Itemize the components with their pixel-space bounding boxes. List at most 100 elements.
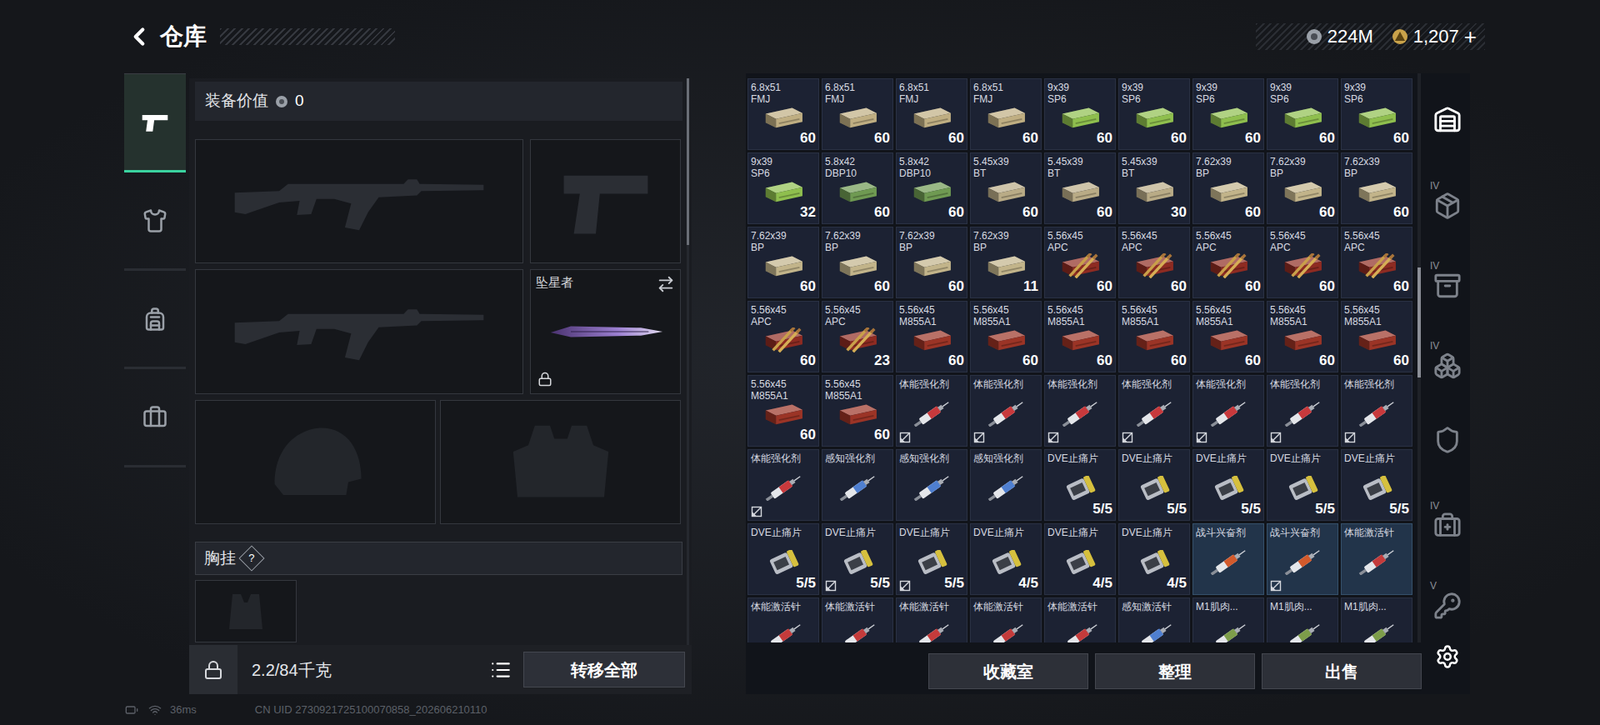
transfer-all-button[interactable]: 转移全部 <box>523 651 685 688</box>
stash-item[interactable]: 7.62x39BP60 <box>1340 152 1413 225</box>
stash-item[interactable]: 7.62x39BP60 <box>747 226 820 299</box>
category-tab[interactable] <box>124 369 186 468</box>
stash-item[interactable]: 9x39SP660 <box>1340 78 1413 150</box>
stash-tab[interactable]: V <box>1425 560 1470 640</box>
rifle-slot[interactable] <box>195 139 524 264</box>
settings-icon[interactable] <box>1435 644 1460 670</box>
stash-item[interactable]: 体能强化剂 <box>1266 375 1339 447</box>
stash-item[interactable]: DVE止痛片5/5 <box>747 523 820 595</box>
stash-item[interactable]: 5.8x42DBP1060 <box>821 152 894 225</box>
stash-item[interactable]: 5.56x45M855A160 <box>821 375 894 447</box>
stash-tab[interactable] <box>1425 400 1470 480</box>
stash-item[interactable]: DVE止痛片5/5 <box>1192 449 1265 521</box>
currency[interactable]: 224M <box>1305 25 1374 49</box>
stash-item[interactable]: DVE止痛片5/5 <box>1340 449 1413 521</box>
stash-item[interactable]: 体能强化剂 <box>895 375 968 447</box>
stash-item[interactable]: 感知强化剂 <box>895 449 968 521</box>
stash-item[interactable]: 6.8x51FMJ60 <box>747 78 820 150</box>
stash-item[interactable]: DVE止痛片4/5 <box>970 523 1042 595</box>
rifle-slot[interactable] <box>195 269 524 395</box>
stash-item[interactable]: 7.62x39BP60 <box>895 226 968 299</box>
stash-button[interactable]: 收藏室 <box>928 653 1089 690</box>
stash-item[interactable]: 5.56x45M855A160 <box>1192 300 1265 373</box>
stash-item[interactable]: 6.8x51FMJ60 <box>970 78 1042 150</box>
stash-item[interactable]: 感知强化剂 <box>821 449 894 521</box>
stash-item[interactable]: 7.62x39BP60 <box>1266 152 1339 225</box>
stash-item[interactable]: 7.62x39BP60 <box>1192 152 1265 225</box>
stash-item[interactable]: 体能强化剂 <box>1192 375 1265 447</box>
stash-item[interactable]: 5.56x45M855A160 <box>1340 300 1413 373</box>
stash-item[interactable]: 体能激活针 <box>747 597 820 643</box>
stash-item[interactable]: 战斗兴奋剂 <box>1192 523 1265 595</box>
currency[interactable]: 1,207+ <box>1391 25 1477 49</box>
stash-item[interactable]: 5.45x39BT30 <box>1118 152 1190 225</box>
stash-item[interactable]: DVE止痛片5/5 <box>821 523 894 595</box>
stash-item[interactable]: 5.56x45APC60 <box>747 300 820 373</box>
stash-item[interactable]: M1肌肉... <box>1266 597 1339 643</box>
stash-item[interactable]: 5.56x45APC60 <box>1192 226 1265 299</box>
stash-item[interactable]: 9x39SP660 <box>1266 78 1339 150</box>
stash-item[interactable]: 5.56x45APC60 <box>1044 226 1116 299</box>
swap-icon[interactable] <box>656 275 675 294</box>
stash-item[interactable]: 5.56x45APC60 <box>1118 226 1190 299</box>
stash-item[interactable]: 体能激活针 <box>1340 523 1413 595</box>
list-icon[interactable] <box>490 659 512 681</box>
category-tab[interactable] <box>124 270 186 370</box>
stash-item[interactable]: 5.56x45M855A160 <box>747 375 820 447</box>
stash-item[interactable]: 5.8x42DBP1060 <box>895 152 968 225</box>
category-tab[interactable] <box>124 74 186 173</box>
back-icon[interactable] <box>125 22 154 51</box>
stash-item[interactable]: 9x39SP660 <box>1118 78 1190 150</box>
stash-item[interactable]: 体能强化剂 <box>970 375 1042 447</box>
stash-item[interactable]: 5.56x45APC60 <box>1266 226 1339 299</box>
stash-item[interactable]: 6.8x51FMJ60 <box>821 78 894 150</box>
stash-item[interactable]: 感知强化剂 <box>970 449 1042 521</box>
stash-item[interactable]: 5.45x39BT60 <box>1044 152 1116 225</box>
stash-item[interactable]: 体能强化剂 <box>1044 375 1116 447</box>
stash-item[interactable]: 9x39SP632 <box>747 152 820 225</box>
stash-item[interactable]: M1肌肉... <box>1192 597 1265 643</box>
stash-tab[interactable]: IV <box>1425 320 1470 400</box>
stash-item[interactable]: 战斗兴奋剂 <box>1266 523 1339 595</box>
scrollbar[interactable] <box>686 78 690 645</box>
armor-slot[interactable] <box>440 400 681 525</box>
category-tab[interactable] <box>124 172 186 271</box>
stash-item[interactable]: M1肌肉... <box>1340 597 1413 643</box>
stash-item[interactable]: DVE止痛片5/5 <box>1266 449 1339 521</box>
stash-item[interactable]: DVE止痛片5/5 <box>895 523 968 595</box>
stash-item[interactable]: 5.56x45APC60 <box>1340 226 1413 299</box>
stash-item[interactable]: DVE止痛片5/5 <box>1044 449 1116 521</box>
stash-item[interactable]: 5.45x39BT60 <box>970 152 1042 225</box>
melee-slot[interactable]: 坠星者 <box>530 269 681 395</box>
stash-item[interactable]: 7.62x39BP60 <box>821 226 894 299</box>
stash-item[interactable]: 体能强化剂 <box>1118 375 1190 447</box>
stash-item[interactable]: 5.56x45M855A160 <box>895 300 968 373</box>
stash-item[interactable]: 体能激活针 <box>970 597 1042 643</box>
stash-item[interactable]: 9x39SP660 <box>1044 78 1116 150</box>
stash-item[interactable]: 6.8x51FMJ60 <box>895 78 968 150</box>
stash-item[interactable]: 体能激活针 <box>895 597 968 643</box>
stash-button[interactable]: 出售 <box>1261 653 1422 690</box>
stash-item[interactable]: 感知激活针 <box>1118 597 1190 643</box>
stash-item[interactable]: 7.62x39BP11 <box>970 226 1042 299</box>
pistol-slot[interactable] <box>530 139 681 264</box>
stash-item[interactable]: 5.56x45M855A160 <box>1044 300 1116 373</box>
help-badge[interactable]: ? <box>238 545 265 571</box>
stash-item[interactable]: 5.56x45M855A160 <box>1118 300 1190 373</box>
stash-tab[interactable]: IV <box>1425 480 1470 560</box>
stash-item[interactable]: 体能激活针 <box>821 597 894 643</box>
chest-rig-slot[interactable] <box>195 580 297 643</box>
helmet-slot[interactable] <box>195 400 436 525</box>
stash-tab[interactable]: IV <box>1425 240 1470 320</box>
stash-tab[interactable]: IV <box>1425 160 1470 240</box>
stash-item[interactable]: 5.56x45M855A160 <box>1266 300 1339 373</box>
stash-scrollbar[interactable] <box>1417 73 1421 643</box>
stash-item[interactable]: 9x39SP660 <box>1192 78 1265 150</box>
stash-button[interactable]: 整理 <box>1095 653 1255 690</box>
stash-item[interactable]: DVE止痛片4/5 <box>1118 523 1190 595</box>
stash-item[interactable]: 5.56x45M855A160 <box>970 300 1042 373</box>
lock-button[interactable] <box>189 645 238 695</box>
stash-tab[interactable] <box>1425 80 1470 160</box>
add-currency[interactable]: + <box>1464 25 1477 49</box>
stash-item[interactable]: 体能强化剂 <box>1340 375 1413 447</box>
